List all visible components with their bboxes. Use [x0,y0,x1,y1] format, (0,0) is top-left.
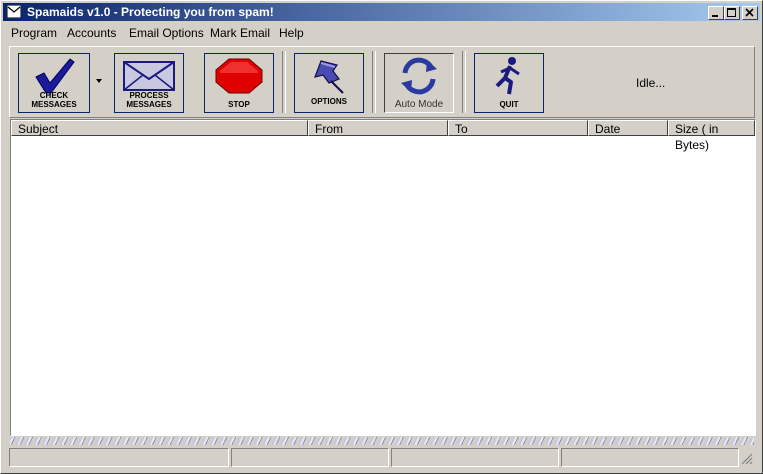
process-messages-button[interactable]: PROCESS MESSAGES [114,53,184,113]
stop-label: STOP [228,100,250,109]
message-list[interactable]: Subject From To Date Size ( in Bytes) [10,119,756,436]
options-label: OPTIONS [310,97,347,106]
close-icon [745,8,754,17]
dropdown-arrow-icon[interactable] [96,79,104,85]
menu-bar: Program Accounts Email Options Mark Emai… [3,24,760,42]
maximize-icon [727,8,736,17]
menu-mark-email[interactable]: Mark Email [210,26,270,40]
pushpin-icon [314,60,344,94]
checkmark-icon [35,58,75,94]
check-messages-button[interactable]: CHECK MESSAGES [18,53,90,113]
toolbar-separator [282,51,286,113]
refresh-arrows-icon [401,57,437,95]
toolbar: CHECK MESSAGES PROCESS MESSAGES STOP OPT… [9,46,755,118]
column-header-subject[interactable]: Subject [11,120,308,136]
status-panel [561,448,739,467]
stop-sign-icon [215,58,263,94]
quit-label: QUIT [499,100,519,109]
column-header-date[interactable]: Date [588,120,668,136]
menu-email-options[interactable]: Email Options [129,26,204,40]
minimize-icon [712,15,718,17]
toolbar-separator [462,51,466,113]
window-title: Spamaids v1.0 - Protecting you from spam… [27,5,274,19]
envelope-icon [123,61,175,91]
running-man-icon [495,57,520,95]
minimize-button[interactable] [708,6,724,20]
column-header-size[interactable]: Size ( in Bytes) [668,120,755,152]
stop-button[interactable]: STOP [204,53,274,113]
decorative-band [10,437,754,445]
resize-grip-icon[interactable] [741,453,753,465]
auto-mode-label: Auto Mode [394,99,444,110]
maximize-button[interactable] [724,6,740,20]
status-bar [9,448,755,467]
column-header-from[interactable]: From [308,120,448,136]
process-messages-label-line1: PROCESS [129,91,169,100]
status-panel [9,448,229,467]
menu-program[interactable]: Program [11,26,57,40]
close-button[interactable] [742,6,758,20]
status-panel [231,448,389,467]
status-panel [391,448,559,467]
column-header-to[interactable]: To [448,120,588,136]
process-messages-label-line2: MESSAGES [126,100,172,109]
toolbar-separator [372,51,376,113]
main-window: Spamaids v1.0 - Protecting you from spam… [0,0,763,474]
auto-mode-button[interactable]: Auto Mode [384,53,454,113]
app-mail-icon [7,5,21,18]
status-text: Idle... [636,76,666,90]
title-bar[interactable]: Spamaids v1.0 - Protecting you from spam… [3,3,760,21]
menu-accounts[interactable]: Accounts [67,26,116,40]
check-messages-label: CHECK MESSAGES [31,91,77,109]
process-messages-label: PROCESS MESSAGES [115,91,183,109]
options-button[interactable]: OPTIONS [294,53,364,113]
quit-button[interactable]: QUIT [474,53,544,113]
menu-help[interactable]: Help [279,26,304,40]
